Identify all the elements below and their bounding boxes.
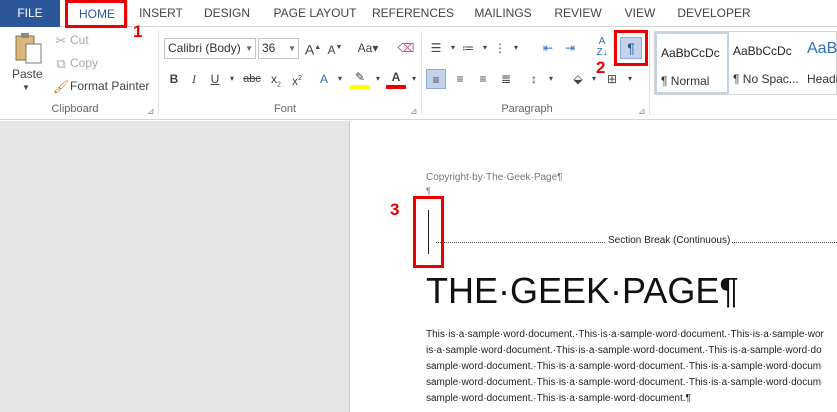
section-break-label: Section Break (Continuous) — [606, 235, 733, 246]
tab-page-layout[interactable]: PAGE LAYOUT — [270, 0, 360, 27]
style-name: ¶ No Spac... — [733, 72, 799, 86]
text-effects-dropdown-icon[interactable]: ▾ — [330, 69, 350, 89]
style-normal[interactable]: AaBbCcDc ¶ Normal — [655, 32, 729, 94]
tab-review[interactable]: REVIEW — [550, 0, 606, 27]
chevron-down-icon: ▼ — [288, 44, 296, 53]
copy-label: Copy — [70, 56, 99, 70]
ribbon: Paste ▼ ✂ Cut ⧉ Copy 🖌 Format Painter Cl… — [0, 27, 837, 120]
highlight-dropdown-icon[interactable]: ▾ — [368, 69, 388, 89]
decrease-indent-icon[interactable]: ⇤ — [538, 38, 558, 58]
chevron-down-icon: ▼ — [245, 44, 253, 53]
superscript-icon[interactable]: x2 — [287, 69, 307, 89]
tab-references[interactable]: REFERENCES — [372, 0, 454, 27]
style-heading[interactable]: AaB Headi — [803, 32, 837, 94]
bold-icon[interactable]: B — [164, 69, 184, 89]
justify-icon[interactable]: ≣ — [496, 69, 516, 89]
body-line[interactable]: sample·word·document.·This·is·a·sample·w… — [426, 377, 821, 388]
annotation-number: 2 — [596, 58, 606, 77]
change-case-icon[interactable]: Aa▾ — [355, 38, 381, 58]
paste-button[interactable] — [10, 31, 46, 67]
annotation-box-cursor — [413, 196, 444, 268]
group-separator — [158, 31, 159, 115]
style-preview: AaBbCcDc — [733, 44, 792, 58]
line-spacing-dropdown-icon[interactable]: ▾ — [541, 69, 561, 89]
italic-icon[interactable]: I — [184, 69, 204, 89]
style-name: Headi — [807, 72, 837, 86]
copy-button[interactable]: ⧉ Copy — [52, 56, 98, 70]
tab-view[interactable]: VIEW — [620, 0, 660, 27]
font-launcher-icon[interactable]: ⊿ — [410, 106, 418, 117]
body-line[interactable]: sample·word·document.·This·is·a·sample·w… — [426, 393, 691, 404]
borders-dropdown-icon[interactable]: ▾ — [620, 69, 640, 89]
annotation-box-home — [65, 0, 127, 28]
multilevel-dropdown-icon[interactable]: ▾ — [506, 38, 526, 58]
highlighter-icon[interactable]: ✎ — [350, 69, 370, 89]
style-name: ¶ Normal — [661, 74, 710, 88]
font-color-icon[interactable]: A — [386, 69, 406, 89]
clipboard-icon — [15, 33, 42, 64]
align-center-icon[interactable]: ≡ — [450, 69, 470, 89]
document-header[interactable]: Copyright·by·The·Geek·Page¶ — [426, 172, 563, 183]
annotation-number: 1 — [133, 22, 143, 41]
font-name-value: Calibri (Body) — [168, 41, 241, 55]
cut-label: Cut — [70, 33, 89, 47]
cut-button[interactable]: ✂ Cut — [52, 33, 89, 47]
clipboard-launcher-icon[interactable]: ⊿ — [147, 106, 155, 117]
annotation-box-show-hide — [614, 30, 648, 66]
body-line[interactable]: sample·word·document.·This·is·a·sample·w… — [426, 361, 821, 372]
strikethrough-icon[interactable]: abc — [240, 69, 264, 89]
paste-label[interactable]: Paste — [12, 67, 43, 81]
tab-design[interactable]: DESIGN — [200, 0, 254, 27]
copy-icon: ⧉ — [56, 55, 66, 71]
paragraph-group-label: Paragraph — [501, 103, 553, 115]
tab-mailings[interactable]: MAILINGS — [470, 0, 536, 27]
format-painter-button[interactable]: 🖌 Format Painter — [52, 78, 150, 94]
sort-icon[interactable]: A Z↓ — [592, 36, 612, 58]
clear-formatting-icon[interactable]: ⌫ — [396, 38, 416, 58]
clipboard-group-label: Clipboard — [51, 103, 99, 115]
paintbrush-icon: 🖌 — [52, 78, 70, 94]
format-painter-label: Format Painter — [70, 79, 150, 93]
subscript-icon[interactable]: x2 — [266, 69, 286, 89]
align-left-icon[interactable]: ≡ — [426, 69, 446, 89]
style-no-spacing[interactable]: AaBbCcDc ¶ No Spac... — [729, 32, 803, 94]
style-preview: AaB — [807, 40, 837, 57]
font-group-label: Font — [273, 103, 296, 115]
increase-indent-icon[interactable]: ⇥ — [560, 38, 580, 58]
font-name-combo[interactable]: Calibri (Body) ▼ — [164, 38, 256, 59]
underline-dropdown-icon[interactable]: ▾ — [222, 69, 242, 89]
paragraph-launcher-icon[interactable]: ⊿ — [638, 106, 646, 117]
font-size-combo[interactable]: 36 ▼ — [258, 38, 299, 59]
paste-dropdown-icon[interactable]: ▼ — [22, 83, 30, 92]
paragraph-mark: ¶ — [426, 186, 431, 196]
tab-developer[interactable]: DEVELOPER — [676, 0, 752, 27]
body-line[interactable]: This·is·a·sample·word·document.·This·is·… — [426, 329, 824, 340]
align-right-icon[interactable]: ≡ — [473, 69, 493, 89]
tab-file[interactable]: FILE — [0, 0, 60, 27]
group-separator — [421, 31, 422, 115]
font-size-value: 36 — [262, 41, 276, 55]
annotation-number: 3 — [390, 200, 400, 219]
document-title[interactable]: THE·GEEK·PAGE¶ — [426, 270, 739, 312]
style-preview: AaBbCcDc — [661, 46, 720, 60]
tab-insert[interactable]: INSERT — [136, 0, 186, 27]
shrink-font-icon[interactable]: A▼ — [325, 38, 345, 58]
scissors-icon: ✂ — [55, 32, 67, 48]
group-separator — [649, 31, 650, 115]
styles-gallery: AaBbCcDc ¶ Normal AaBbCcDc ¶ No Spac... … — [654, 31, 837, 95]
body-line[interactable]: is·a·sample·word·document.·This·is·a·sam… — [426, 345, 822, 356]
grow-font-icon[interactable]: A▲ — [303, 38, 323, 58]
